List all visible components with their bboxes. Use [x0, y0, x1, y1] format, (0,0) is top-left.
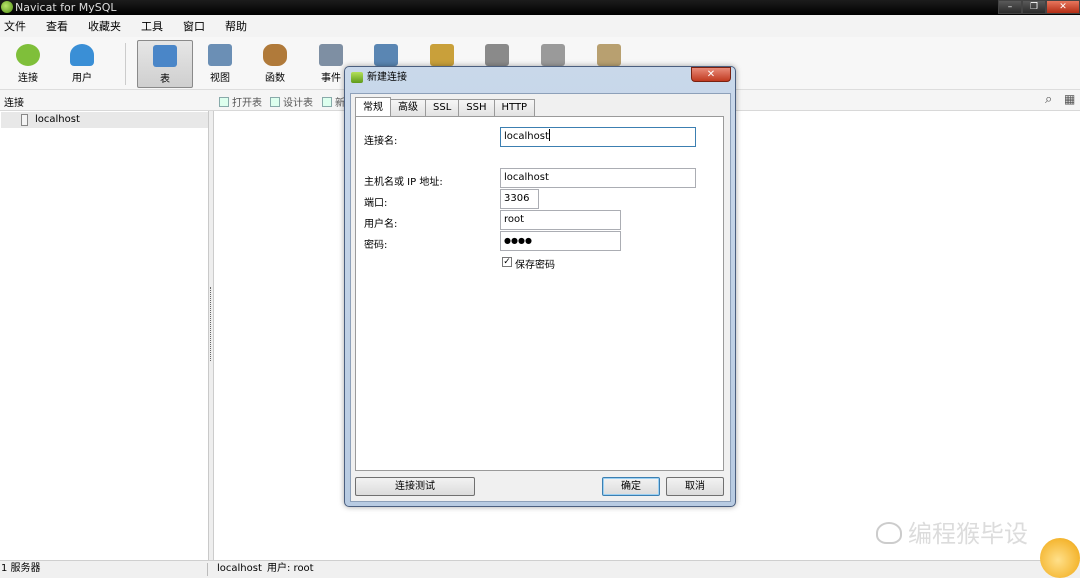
general-tab-panel: 连接名: localhost 主机名或 IP 地址: localhost 端口:…	[355, 116, 724, 471]
tab-general[interactable]: 常规	[355, 97, 391, 116]
password-input[interactable]: ●●●●	[500, 231, 621, 251]
port-label: 端口:	[364, 198, 388, 209]
menu-favorites[interactable]: 收藏夹	[84, 18, 131, 34]
pane-splitter[interactable]	[209, 111, 214, 560]
watermark: 编程猴毕设	[876, 514, 1028, 549]
query-icon	[374, 44, 398, 66]
toolbar-user-button[interactable]: 用户	[54, 40, 110, 88]
toolbar-connect-label: 连接	[18, 73, 38, 84]
tab-advanced[interactable]: 高级	[390, 99, 426, 116]
open-table-button[interactable]: 打开表	[219, 94, 262, 109]
tab-ssh[interactable]: SSH	[458, 99, 495, 116]
toolbar-separator	[125, 43, 126, 85]
menu-bar: 文件 查看 收藏夹 工具 窗口 帮助	[0, 15, 1080, 37]
backup-icon	[485, 44, 509, 66]
new-table-icon	[322, 97, 332, 107]
menu-window[interactable]: 窗口	[179, 18, 215, 34]
close-window-button[interactable]: ✕	[1046, 0, 1080, 14]
tree-item-label: localhost	[35, 114, 80, 125]
tab-http[interactable]: HTTP	[493, 99, 536, 116]
text-caret	[548, 129, 550, 141]
dialog-tabs: 常规 高级 SSL SSH HTTP	[355, 97, 536, 116]
toolbar-user-label: 用户	[72, 73, 92, 84]
dialog-titlebar: 新建连接	[349, 69, 731, 87]
dialog-close-button[interactable]: ✕	[691, 67, 731, 82]
mascot-logo	[1040, 538, 1080, 578]
splitter-grip[interactable]	[210, 287, 213, 361]
test-connection-button[interactable]: 连接测试	[355, 477, 475, 496]
cancel-button[interactable]: 取消	[666, 477, 724, 496]
menu-file[interactable]: 文件	[0, 18, 36, 34]
schedule-icon	[541, 44, 565, 66]
port-input[interactable]: 3306	[500, 189, 539, 209]
toolbar-function-label: 函数	[265, 73, 285, 84]
menu-tools[interactable]: 工具	[137, 18, 173, 34]
connection-name-value: localhost	[504, 131, 549, 142]
view-icon	[208, 44, 232, 66]
toolbar-view-label: 视图	[210, 73, 230, 84]
ok-button[interactable]: 确定	[602, 477, 660, 496]
tree-item-localhost[interactable]: localhost	[1, 112, 208, 128]
design-table-button[interactable]: 设计表	[270, 94, 313, 109]
restore-button[interactable]: ❐	[1022, 0, 1046, 14]
host-input[interactable]: localhost	[500, 168, 696, 188]
menu-view[interactable]: 查看	[42, 18, 78, 34]
dialog-title: 新建连接	[367, 72, 407, 83]
new-connection-icon	[351, 72, 363, 83]
toolbar-view-button[interactable]: 视图	[192, 40, 248, 88]
connection-name-input[interactable]: localhost	[500, 127, 696, 147]
status-user: 用户: root	[267, 563, 314, 574]
grid-view-icon[interactable]: ▦	[1064, 92, 1075, 106]
connection-tree: localhost	[0, 111, 209, 560]
toolbar-connect-button[interactable]: 连接	[0, 40, 56, 88]
open-table-label: 打开表	[232, 98, 262, 109]
menu-help[interactable]: 帮助	[221, 18, 257, 34]
dialog-body: 常规 高级 SSL SSH HTTP 连接名: localhost 主机名或 I…	[350, 93, 731, 502]
new-connection-dialog: 新建连接 ✕ 常规 高级 SSL SSH HTTP 连接名: localhost…	[344, 66, 736, 507]
username-input[interactable]: root	[500, 210, 621, 230]
window-controls: – ❐ ✕	[998, 0, 1080, 15]
search-icon[interactable]: ⌕	[1045, 92, 1052, 107]
status-server-count: 1 服务器	[1, 563, 41, 574]
connect-icon	[16, 44, 40, 66]
navicat-app-icon	[1, 1, 13, 13]
user-icon	[70, 44, 94, 66]
design-table-label: 设计表	[283, 98, 313, 109]
wechat-icon	[876, 522, 902, 544]
status-divider	[207, 563, 208, 576]
design-table-icon	[270, 97, 280, 107]
report-icon	[430, 44, 454, 66]
app-titlebar: Navicat for MySQL – ❐ ✕	[0, 0, 1080, 15]
host-label: 主机名或 IP 地址:	[364, 177, 443, 188]
status-bar: 1 服务器 localhost 用户: root	[0, 560, 1080, 578]
app-title: Navicat for MySQL	[15, 1, 117, 14]
new-table-button[interactable]: 新	[322, 94, 345, 109]
event-icon	[319, 44, 343, 66]
connection-pane-label: 连接	[4, 98, 24, 109]
tab-ssl[interactable]: SSL	[425, 99, 460, 116]
toolbar-table-button[interactable]: 表	[137, 40, 193, 88]
username-label: 用户名:	[364, 219, 398, 230]
table-icon	[153, 45, 177, 67]
password-label: 密码:	[364, 240, 388, 251]
toolbar-event-label: 事件	[321, 73, 341, 84]
save-password-label: 保存密码	[515, 260, 555, 271]
toolbar-table-label: 表	[160, 74, 170, 85]
watermark-text: 编程猴毕设	[908, 520, 1028, 548]
status-connection: localhost	[217, 563, 262, 574]
connection-name-label: 连接名:	[364, 136, 398, 147]
save-password-checkbox[interactable]: ✓	[502, 257, 512, 267]
toolbar-function-button[interactable]: 函数	[247, 40, 303, 88]
model-icon	[597, 44, 621, 66]
minimize-button[interactable]: –	[998, 0, 1022, 14]
server-icon	[21, 114, 28, 126]
function-icon	[263, 44, 287, 66]
open-table-icon	[219, 97, 229, 107]
